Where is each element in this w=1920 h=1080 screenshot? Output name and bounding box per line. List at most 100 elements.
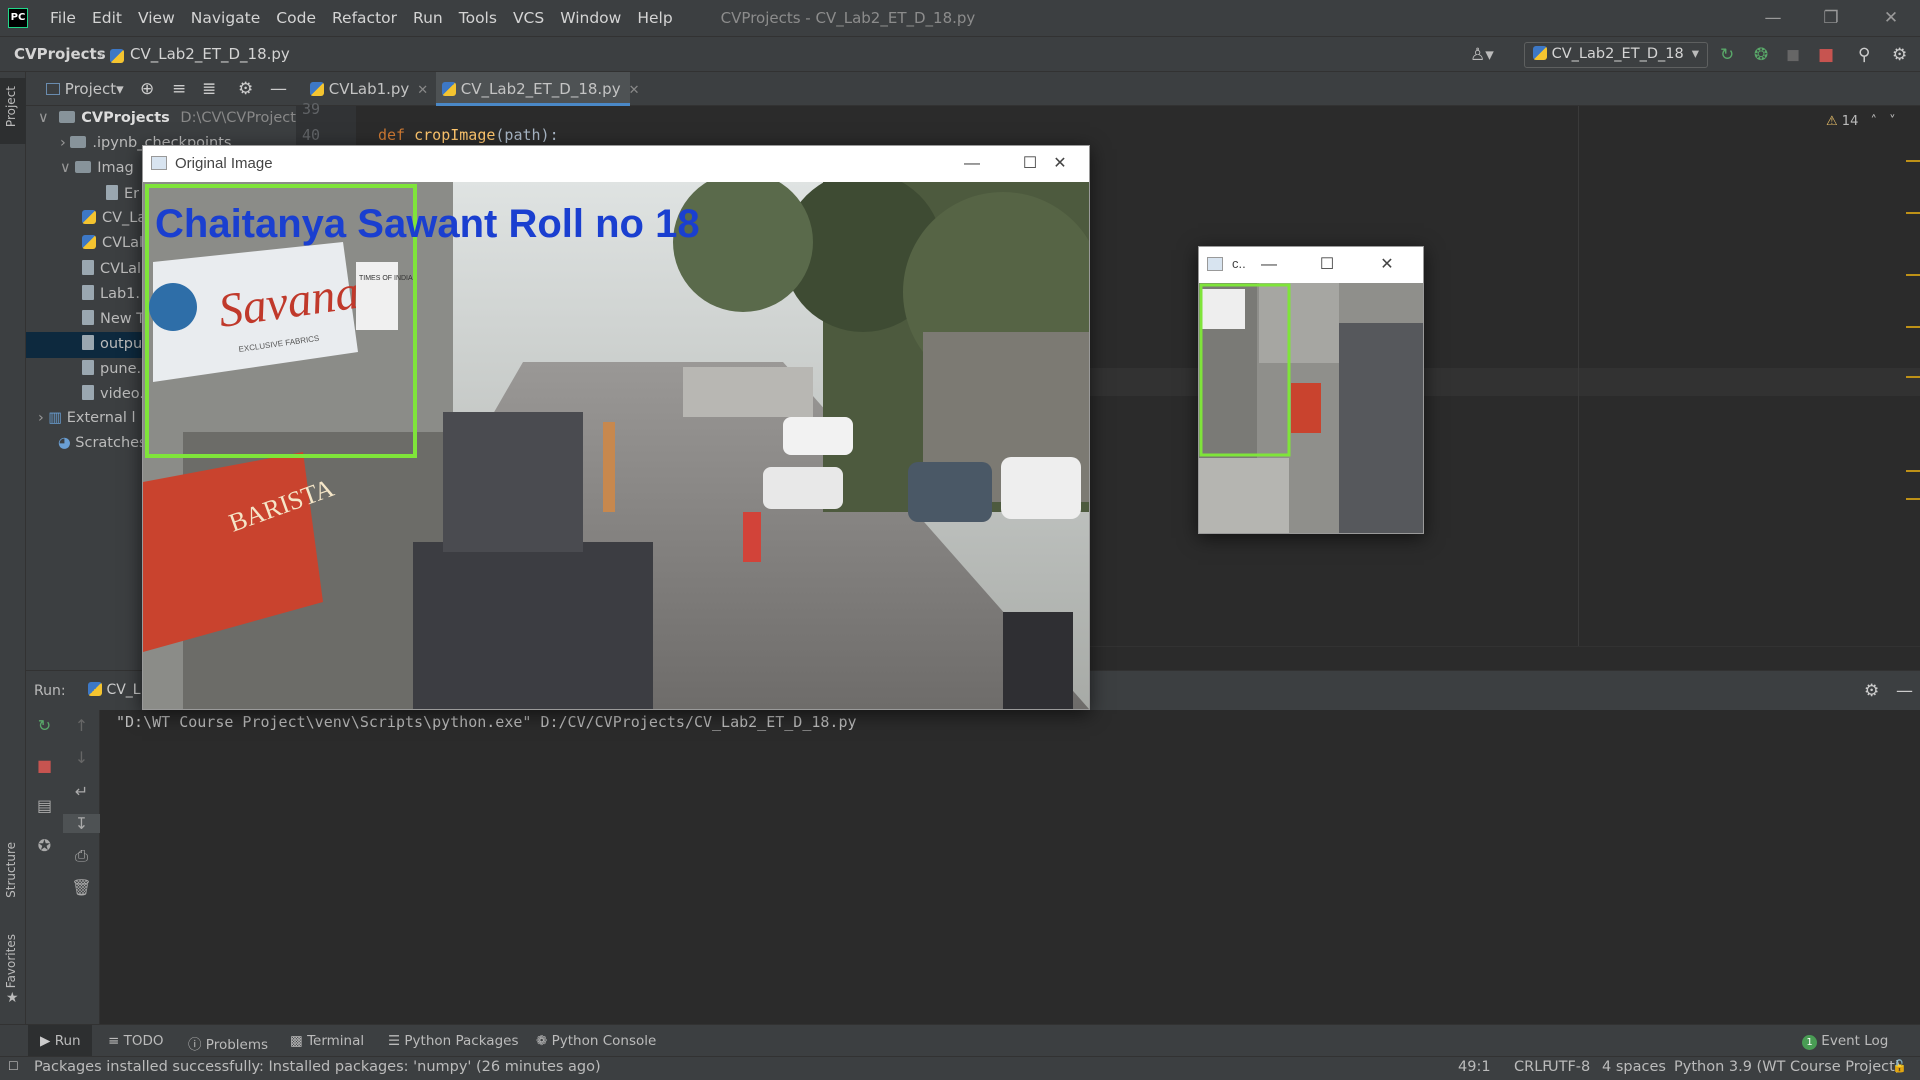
layout-icon[interactable]: ▤ — [26, 796, 63, 815]
status-message[interactable]: Packages installed successfully: Install… — [34, 1059, 601, 1075]
menu-refactor[interactable]: Refactor — [324, 0, 405, 36]
warning-stripe[interactable] — [1906, 274, 1920, 276]
rerun-icon[interactable]: ↻ — [26, 716, 63, 735]
structure-tool-label[interactable]: Structure — [4, 842, 18, 898]
tab-python-console[interactable]: ❁ Python Console — [536, 1033, 656, 1049]
restore-icon[interactable]: ❐ — [1802, 0, 1860, 36]
tab-cv-lab2[interactable]: CV_Lab2_ET_D_18.py ✕ — [436, 72, 639, 106]
menu-navigate[interactable]: Navigate — [183, 0, 269, 36]
warning-stripe[interactable] — [1906, 160, 1920, 162]
tree-item[interactable]: ◕ Scratches — [58, 435, 147, 451]
crop-window-titlebar[interactable]: c.. — ☐ ✕ — [1199, 247, 1423, 283]
tab-python-packages[interactable]: ☰ Python Packages — [388, 1033, 518, 1049]
caret-position[interactable]: 49:1 — [1458, 1059, 1491, 1075]
soft-wrap-icon[interactable]: ↵ — [63, 782, 100, 801]
trash-icon[interactable]: 🗑 — [63, 878, 100, 897]
locate-icon[interactable]: ⊕ — [130, 72, 154, 106]
indent-setting[interactable]: 4 spaces — [1602, 1059, 1666, 1075]
tree-root[interactable]: ∨ CVProjects D:\CV\CVProjects — [38, 110, 304, 126]
tree-item[interactable]: ∨ Imag — [60, 160, 134, 176]
tree-item[interactable]: CVLal — [82, 235, 143, 251]
run-config-tab[interactable]: CV_L — [88, 682, 141, 698]
menu-help[interactable]: Help — [629, 0, 680, 36]
tab-terminal[interactable]: ▩ Terminal — [290, 1033, 364, 1049]
chevron-down-icon[interactable]: ˅ — [1889, 114, 1896, 129]
panel-gear-icon[interactable]: ⚙ — [228, 72, 253, 106]
warning-stripe[interactable] — [1906, 470, 1920, 500]
arrow-down-icon[interactable]: ↓ — [63, 748, 100, 767]
minimize-icon[interactable]: — — [1744, 0, 1802, 36]
file-icon — [106, 185, 118, 200]
tree-item[interactable]: Er — [106, 185, 139, 202]
expand-all-icon[interactable]: ≡ — [162, 72, 186, 106]
menu-view[interactable]: View — [130, 0, 183, 36]
warning-stripe[interactable] — [1906, 376, 1920, 378]
menu-edit[interactable]: Edit — [84, 0, 130, 36]
python-interpreter[interactable]: Python 3.9 (WT Course Project) — [1674, 1059, 1901, 1075]
tree-item[interactable]: pune. — [82, 360, 141, 377]
gear-icon[interactable]: ⚙ — [1892, 45, 1907, 65]
close-icon[interactable]: ✕ — [1862, 0, 1920, 36]
close-icon[interactable]: ✕ — [1031, 146, 1089, 182]
tab-problems[interactable]: ⓘ Problems — [188, 1033, 268, 1053]
run-console[interactable]: "D:\WT Course Project\venv\Scripts\pytho… — [100, 710, 1920, 1024]
hide-panel-icon[interactable]: — — [260, 72, 287, 106]
line-separator[interactable]: CRLF — [1514, 1059, 1551, 1075]
menu-code[interactable]: Code — [268, 0, 324, 36]
warning-indicator[interactable]: ⚠ 14 ˄ ˅ — [1826, 114, 1896, 129]
tree-item[interactable]: CVLal — [82, 260, 141, 277]
close-icon[interactable]: ✕ — [1367, 247, 1407, 283]
print-icon[interactable]: ⎙ — [63, 846, 100, 866]
search-icon[interactable]: ⚲ — [1858, 45, 1870, 65]
menu-vcs[interactable]: VCS — [505, 0, 552, 36]
parked-scooters — [413, 542, 653, 709]
arrow-up-icon[interactable]: ↑ — [63, 716, 100, 735]
project-view-select[interactable]: Project▾ — [36, 72, 124, 106]
chevron-up-icon[interactable]: ˄ — [1870, 114, 1877, 129]
original-image-window[interactable]: Original Image — ☐ ✕ BARISTA Savana EXCL… — [142, 145, 1090, 710]
scroll-to-end-icon[interactable]: ↧ — [63, 814, 100, 833]
project-tool-button[interactable]: Project — [0, 78, 26, 144]
run-configuration-select[interactable]: CV_Lab2_ET_D_18 ▾ — [1524, 42, 1708, 68]
tree-item-selected[interactable]: outpu — [82, 335, 142, 352]
run-config-tab-label: CV_L — [106, 682, 141, 698]
collapse-all-icon[interactable]: ≣ — [192, 72, 216, 106]
maximize-icon[interactable]: ☐ — [1307, 247, 1347, 283]
menu-tools[interactable]: Tools — [451, 0, 505, 36]
breadcrumb-project[interactable]: CVProjects — [14, 45, 106, 63]
warning-stripe[interactable] — [1906, 212, 1920, 214]
coverage-icon[interactable]: ◼ — [1786, 45, 1800, 65]
file-encoding[interactable]: UTF-8 — [1548, 1059, 1590, 1075]
warning-stripe[interactable] — [1906, 326, 1920, 328]
status-square-icon[interactable]: ☐ — [8, 1059, 19, 1073]
tab-cvlab1[interactable]: CVLab1.py ✕ — [304, 72, 428, 106]
run-panel-gear-icon[interactable]: ⚙ — [1864, 681, 1879, 701]
breadcrumb-file[interactable]: CV_Lab2_ET_D_18.py — [130, 45, 290, 63]
close-tab-icon[interactable]: ✕ — [629, 83, 640, 98]
tree-item[interactable]: New T — [82, 310, 145, 327]
tab-run[interactable]: ▶ Run — [40, 1033, 81, 1049]
user-account-icon[interactable]: ♙▾ — [1470, 45, 1494, 65]
tree-item[interactable]: video. — [82, 385, 144, 402]
stop-icon[interactable]: ■ — [26, 756, 63, 775]
stop-icon[interactable]: ■ — [1818, 45, 1834, 65]
hide-run-panel-icon[interactable]: — — [1896, 681, 1913, 701]
menu-run[interactable]: Run — [405, 0, 451, 36]
event-log-button[interactable]: 1 Event Log — [1802, 1033, 1888, 1050]
menu-window[interactable]: Window — [552, 0, 629, 36]
rerun-icon[interactable]: ↻ — [1720, 45, 1734, 65]
tree-item[interactable]: Lab1. — [82, 285, 140, 302]
tab-todo[interactable]: ≡ TODO — [108, 1033, 164, 1049]
debug-icon[interactable]: ❂ — [1754, 45, 1768, 65]
tree-item[interactable]: CV_La — [82, 210, 146, 226]
minimize-icon[interactable]: — — [943, 146, 1001, 182]
pin-icon[interactable]: ✪ — [26, 836, 63, 855]
cropped-image-window[interactable]: c.. — ☐ ✕ — [1198, 246, 1424, 534]
menu-file[interactable]: File — [42, 0, 84, 36]
lock-icon[interactable]: 🔓 — [1892, 1059, 1907, 1073]
favorites-tool-label[interactable]: Favorites — [4, 934, 18, 988]
minimize-icon[interactable]: — — [1249, 247, 1289, 283]
original-window-titlebar[interactable]: Original Image — ☐ ✕ — [143, 146, 1089, 182]
tree-item[interactable]: › ▥ External l — [38, 410, 136, 426]
close-tab-icon[interactable]: ✕ — [417, 83, 428, 98]
